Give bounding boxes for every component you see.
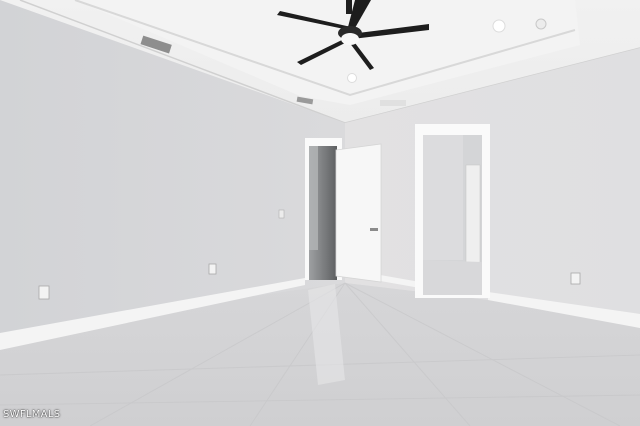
room-photo: SWFLMALS [0, 0, 640, 426]
wall-outlet [208, 263, 217, 275]
door-handle[interactable] [370, 228, 378, 231]
wall-outlet [38, 285, 50, 300]
light-switch [278, 209, 285, 219]
ac-vent [380, 100, 406, 106]
room-illustration [0, 0, 640, 426]
recessed-light [492, 19, 506, 33]
watermark-text: SWFLMALS [3, 409, 61, 420]
recessed-light [347, 73, 357, 83]
open-door[interactable] [335, 143, 382, 283]
smoke-detector [535, 18, 547, 30]
wall-outlet [570, 272, 581, 285]
fan-light [341, 33, 359, 45]
inner-door [465, 164, 481, 266]
